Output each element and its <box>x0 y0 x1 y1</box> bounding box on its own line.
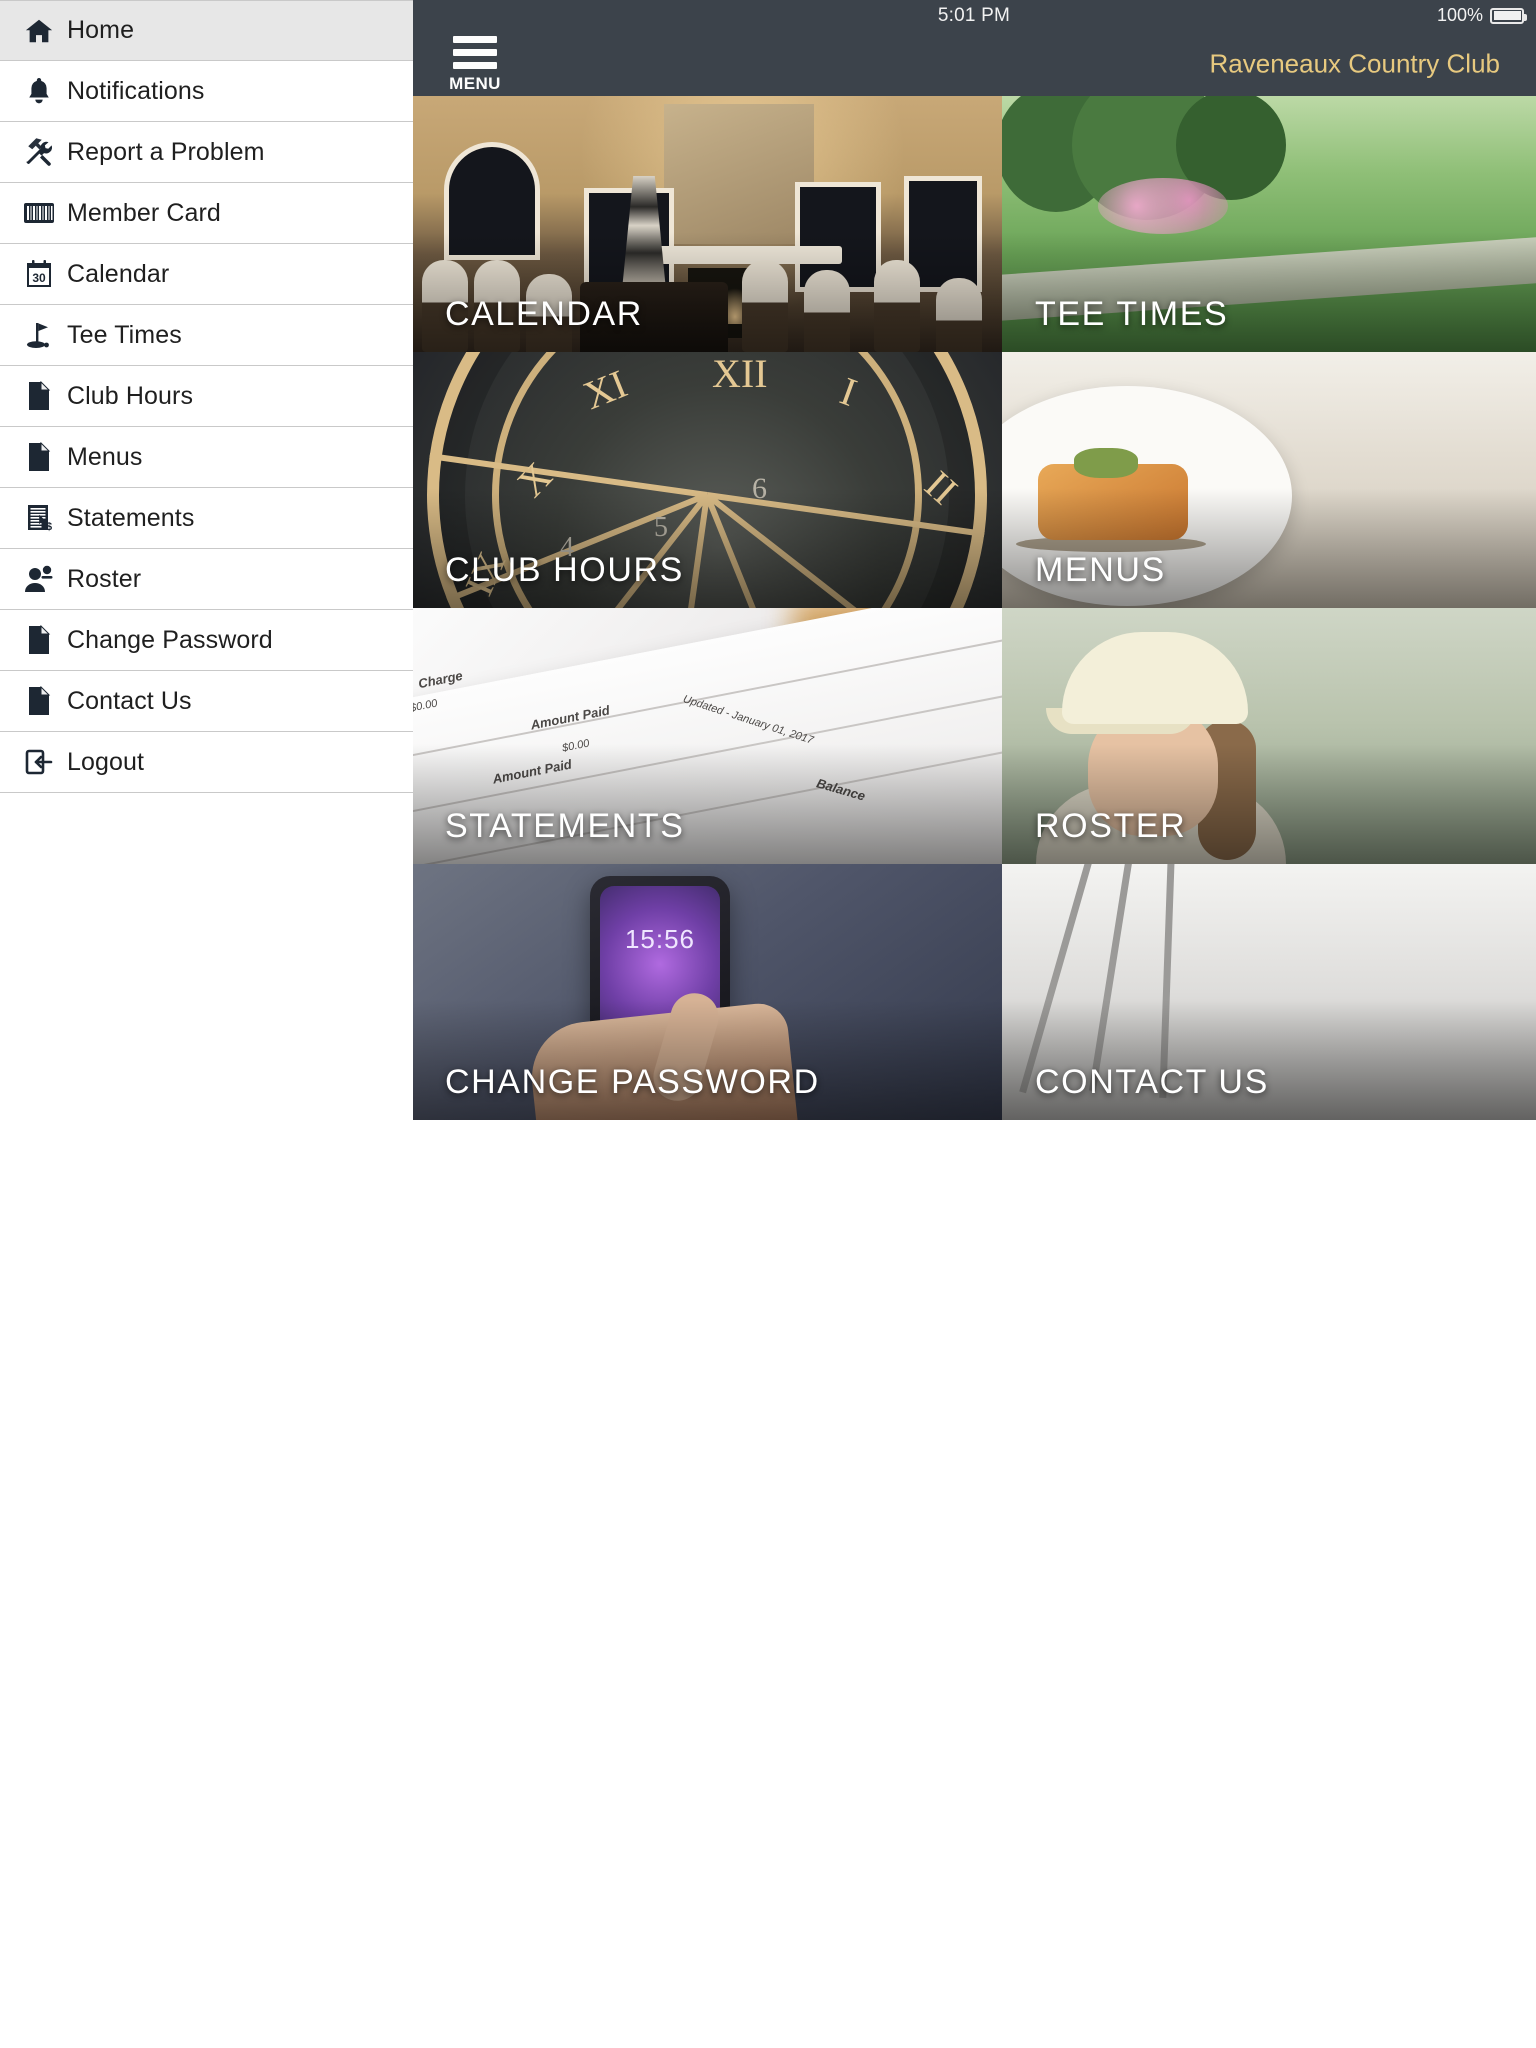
sidebar-item-label: Statements <box>67 503 195 532</box>
sidebar-item-logout[interactable]: Logout <box>0 732 413 793</box>
tile-tee-times[interactable]: TEE TIMES <box>1002 96 1536 352</box>
sidebar-item-label: Contact Us <box>67 686 192 715</box>
sidebar-item-label: Tee Times <box>67 320 182 349</box>
tile-row: CALENDAR TEE TIMES <box>412 96 1536 352</box>
home-icon <box>11 16 67 46</box>
sidebar-item-label: Menus <box>67 442 143 471</box>
tile-calendar[interactable]: CALENDAR <box>412 96 1002 352</box>
tile-row: Charge $0.00 Amount Paid $0.00 Amount Pa… <box>412 608 1536 864</box>
status-bar-time: 5:01 PM <box>937 4 1011 26</box>
navigation-drawer: Home Notifications Report a Problem Memb… <box>0 0 413 2048</box>
tile-label: STATEMENTS <box>445 807 685 845</box>
sidebar-item-notifications[interactable]: Notifications <box>0 61 413 122</box>
sidebar-item-label: Home <box>67 16 135 44</box>
tile-gradient-overlay <box>412 488 1002 608</box>
sidebar-item-label: Roster <box>67 564 142 593</box>
tile-statements[interactable]: Charge $0.00 Amount Paid $0.00 Amount Pa… <box>412 608 1002 864</box>
sidebar-item-label: Logout <box>67 747 145 776</box>
svg-text:$: $ <box>46 521 52 533</box>
app-panel: 5:01 PM 100% MENU Raveneaux Country Club <box>412 0 1536 2048</box>
page-title: Raveneaux Country Club <box>1209 48 1501 78</box>
golf-flag-icon <box>11 320 67 350</box>
battery-percent-label: 100% <box>1436 5 1483 25</box>
barcode-icon <box>11 201 67 225</box>
document-icon <box>11 625 67 655</box>
sidebar-item-report-a-problem[interactable]: Report a Problem <box>0 122 413 183</box>
sidebar-item-label: Club Hours <box>67 381 194 410</box>
tools-icon <box>11 137 67 167</box>
sidebar-item-change-password[interactable]: Change Password <box>0 610 413 671</box>
svg-text:30: 30 <box>32 271 46 285</box>
menu-button-label: MENU <box>449 73 501 93</box>
status-bar-right: 100% <box>1436 0 1527 31</box>
sidebar-item-calendar[interactable]: 30 Calendar <box>0 244 413 305</box>
battery-full-icon <box>1490 7 1527 24</box>
tile-roster[interactable]: ROSTER <box>1002 608 1536 864</box>
person-add-icon <box>11 565 67 593</box>
tile-label: MENUS <box>1035 551 1166 589</box>
hamburger-bar <box>453 35 497 43</box>
hamburger-menu-icon[interactable]: MENU <box>448 35 502 93</box>
screen-root: 5:01 PM 100% MENU Raveneaux Country Club <box>0 0 1536 2048</box>
hamburger-bar <box>453 48 497 56</box>
calendar-30-icon: 30 <box>11 259 67 289</box>
logout-icon <box>11 748 67 776</box>
tile-gradient-overlay <box>412 744 1002 864</box>
tile-gradient-overlay <box>1002 744 1536 864</box>
sidebar-item-tee-times[interactable]: Tee Times <box>0 305 413 366</box>
sidebar-item-label: Report a Problem <box>67 137 265 166</box>
tile-label: CALENDAR <box>445 295 643 333</box>
status-bar: 5:01 PM 100% <box>412 0 1536 31</box>
document-icon <box>11 442 67 472</box>
tile-label: TEE TIMES <box>1035 295 1229 333</box>
sidebar-item-label: Member Card <box>67 198 221 227</box>
hamburger-bar <box>453 61 497 69</box>
tile-row: XI XII I X IX II 6 5 4 CLUB HOURS <box>412 352 1536 608</box>
sidebar-item-label: Calendar <box>67 259 170 288</box>
document-icon <box>11 381 67 411</box>
tile-change-password[interactable]: 15:56 CHANGE PASSWORD <box>412 864 1002 1120</box>
tile-menus[interactable]: MENUS <box>1002 352 1536 608</box>
sidebar-item-roster[interactable]: Roster <box>0 549 413 610</box>
document-icon <box>11 686 67 716</box>
tile-gradient-overlay <box>412 232 1002 352</box>
sidebar-item-contact-us[interactable]: Contact Us <box>0 671 413 732</box>
tile-label: ROSTER <box>1035 807 1187 845</box>
navigation-bar: MENU Raveneaux Country Club <box>412 31 1536 96</box>
tile-contact-us[interactable]: CONTACT US <box>1002 864 1536 1120</box>
bell-icon <box>11 76 67 106</box>
tile-row: 15:56 CHANGE PASSWORD CONTACT US <box>412 864 1536 1120</box>
sidebar-item-member-card[interactable]: Member Card <box>0 183 413 244</box>
tile-gradient-overlay <box>1002 488 1536 608</box>
sidebar-item-home[interactable]: Home <box>0 0 413 61</box>
tile-label: CONTACT US <box>1035 1063 1269 1101</box>
tile-label: CLUB HOURS <box>445 551 684 589</box>
sidebar-item-menus[interactable]: Menus <box>0 427 413 488</box>
sidebar-item-club-hours[interactable]: Club Hours <box>0 366 413 427</box>
tile-club-hours[interactable]: XI XII I X IX II 6 5 4 CLUB HOURS <box>412 352 1002 608</box>
sidebar-item-label: Change Password <box>67 625 273 654</box>
tile-label: CHANGE PASSWORD <box>445 1063 820 1101</box>
invoice-dollar-icon: $ <box>11 503 67 533</box>
tile-gradient-overlay <box>1002 1000 1536 1120</box>
sidebar-item-statements[interactable]: $ Statements <box>0 488 413 549</box>
tile-gradient-overlay <box>412 1000 1002 1120</box>
dashboard-tile-grid: CALENDAR TEE TIMES XI XII I X CLUB HOURS… <box>412 96 1536 1120</box>
tile-gradient-overlay <box>1002 232 1536 352</box>
phone-art-time: 15:56 <box>624 924 696 954</box>
sidebar-item-label: Notifications <box>67 76 205 105</box>
